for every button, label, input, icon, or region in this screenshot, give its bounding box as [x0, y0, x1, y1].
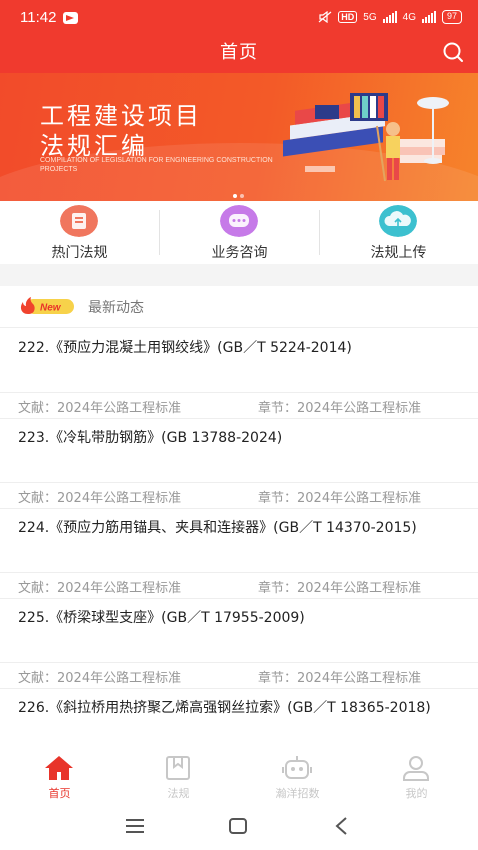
- hot-regulations-icon: [60, 205, 98, 237]
- carousel-dot: [240, 194, 244, 198]
- battery-indicator: 97: [441, 10, 462, 24]
- item-chapter: 章节：2024年公路工程标准: [258, 401, 422, 416]
- tab-label: 首页: [48, 787, 71, 800]
- new-badge-text: New: [40, 303, 62, 314]
- robot-icon: [282, 756, 312, 779]
- carousel-dot-active: [233, 194, 237, 198]
- app-header: 11:42 HD 5G 4G 97 首页: [0, 0, 478, 73]
- quick-link-upload[interactable]: 法规上传: [319, 201, 478, 264]
- profile-icon: [403, 756, 429, 781]
- item-doc: 文献：2024年公路工程标准: [18, 491, 182, 506]
- section-header: New 最新动态: [0, 286, 478, 328]
- net-4g-label: 4G: [402, 11, 416, 23]
- item-title: 224.《预应力筋用锚具、夹具和连接器》(GB／T 14370-2015): [18, 520, 417, 536]
- home-icon: [45, 756, 73, 780]
- net-5g-label: 5G: [363, 11, 377, 23]
- system-nav-bar: [0, 804, 478, 850]
- menu-icon[interactable]: [125, 817, 145, 835]
- status-bar: 11:42 HD 5G 4G 97: [0, 0, 478, 36]
- quick-link-consult[interactable]: 业务咨询: [160, 201, 319, 264]
- tab-home[interactable]: 首页: [0, 750, 119, 804]
- item-chapter: 章节：2024年公路工程标准: [258, 671, 422, 686]
- item-title: 222.《预应力混凝土用钢绞线》(GB／T 5224-2014): [18, 340, 352, 356]
- hd-badge: HD: [338, 11, 358, 23]
- tab-robot[interactable]: 瀚洋招数: [238, 750, 357, 804]
- regulations-book-icon: [166, 756, 190, 780]
- item-title: 226.《斜拉桥用热挤聚乙烯高强钢丝拉索》(GB／T 18365-2018): [18, 700, 431, 716]
- carousel-indicator: [233, 194, 244, 198]
- item-meta: 文献：2024年公路工程标准 章节：2024年公路工程标准: [0, 392, 478, 419]
- tab-profile[interactable]: 我的: [357, 750, 476, 804]
- home-square-icon[interactable]: [228, 817, 248, 835]
- signal-icon-2: [421, 11, 436, 23]
- quick-link-hot-regulations[interactable]: 热门法规: [0, 201, 159, 264]
- quick-link-label: 热门法规: [51, 245, 108, 261]
- tab-label: 法规: [167, 787, 190, 800]
- item-doc: 文献：2024年公路工程标准: [18, 671, 182, 686]
- upload-cloud-icon: [379, 205, 417, 237]
- back-icon[interactable]: [332, 817, 352, 835]
- signal-icon: [382, 11, 397, 23]
- tab-regulations[interactable]: 法规: [119, 750, 238, 804]
- quick-link-label: 法规上传: [370, 245, 427, 261]
- item-doc: 文献：2024年公路工程标准: [18, 401, 182, 416]
- item-meta: 文献：2024年公路工程标准 章节：2024年公路工程标准: [0, 662, 478, 689]
- item-meta: 文献：2024年公路工程标准 章节：2024年公路工程标准: [0, 572, 478, 599]
- latest-news-section: New 最新动态 222.《预应力混凝土用钢绞线》(GB／T 5224-2014…: [0, 286, 478, 750]
- item-chapter: 章节：2024年公路工程标准: [258, 581, 422, 596]
- tab-label: 瀚洋招数: [275, 787, 320, 800]
- item-doc: 文献：2024年公路工程标准: [18, 581, 182, 596]
- books-illustration-icon: [283, 93, 449, 182]
- mute-icon: [318, 11, 332, 23]
- quick-link-label: 业务咨询: [211, 245, 268, 261]
- banner-carousel[interactable]: 工程建设项目 法规汇编 COMPILATION OF LEGISLATION F…: [0, 73, 478, 201]
- search-icon[interactable]: [442, 41, 464, 63]
- status-time: 11:42: [20, 9, 57, 26]
- page-title: 首页: [220, 42, 258, 63]
- quick-links: 热门法规 业务咨询 法规上传: [0, 201, 478, 264]
- item-title: 225.《桥梁球型支座》(GB／T 17955-2009): [18, 610, 305, 626]
- new-badge-icon: New: [20, 297, 74, 314]
- list-item[interactable]: 226.《斜拉桥用热挤聚乙烯高强钢丝拉索》(GB／T 18365-2018): [0, 689, 478, 750]
- consult-chat-icon: [220, 205, 258, 237]
- telegram-icon: [63, 12, 78, 24]
- list-item[interactable]: 223.《冷轧带肋钢筋》(GB 13788-2024) 文献：2024年公路工程…: [0, 419, 478, 509]
- status-icons: HD 5G 4G 97: [318, 10, 462, 24]
- item-chapter: 章节：2024年公路工程标准: [258, 491, 422, 506]
- banner-subtitle: COMPILATION OF LEGISLATION FOR ENGINEERI…: [40, 157, 273, 173]
- section-title: 最新动态: [88, 300, 144, 316]
- bottom-tab-bar: 首页 法规 瀚洋招数 我的: [0, 750, 478, 804]
- list-item[interactable]: 224.《预应力筋用锚具、夹具和连接器》(GB／T 14370-2015) 文献…: [0, 509, 478, 599]
- item-title: 223.《冷轧带肋钢筋》(GB 13788-2024): [18, 430, 283, 446]
- tab-label: 我的: [405, 787, 428, 800]
- list-item[interactable]: 222.《预应力混凝土用钢绞线》(GB／T 5224-2014) 文献：2024…: [0, 329, 478, 419]
- list-item[interactable]: 225.《桥梁球型支座》(GB／T 17955-2009) 文献：2024年公路…: [0, 599, 478, 689]
- item-meta: 文献：2024年公路工程标准 章节：2024年公路工程标准: [0, 482, 478, 509]
